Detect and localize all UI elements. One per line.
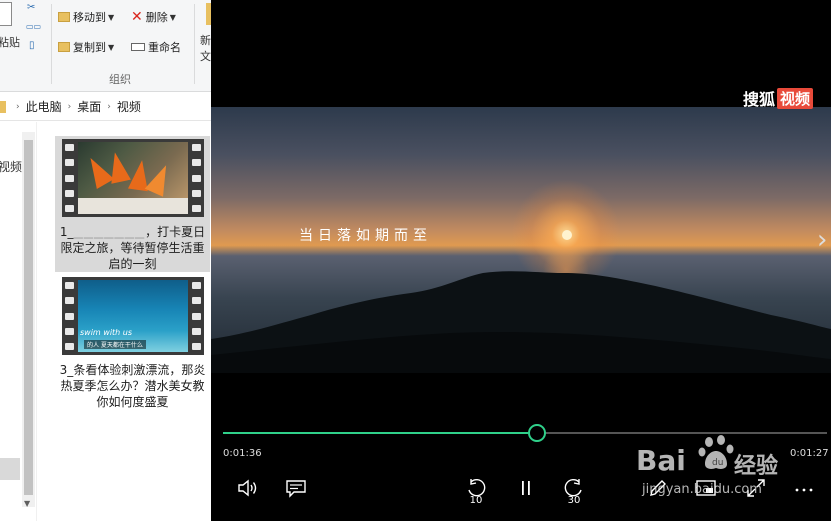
film-strip-left xyxy=(65,282,74,350)
baidu-paw-icon: du xyxy=(698,435,734,469)
new-folder-label: 新 文 xyxy=(200,34,211,63)
file-item[interactable]: swim with us 的人 夏天都在干什么 3_条看体验刺激漂流，那炎热夏季… xyxy=(55,274,210,410)
chevron-down-icon: ▼ xyxy=(108,42,115,52)
film-strip-right xyxy=(192,144,201,212)
navigation-pane: 视频 ▼ xyxy=(0,122,37,521)
rename-icon xyxy=(131,43,145,51)
paste-button[interactable]: 粘贴 xyxy=(0,34,20,50)
logo-text: 搜狐 xyxy=(743,90,776,109)
folder-icon xyxy=(0,100,6,113)
watermark-brand: Bai xyxy=(636,444,686,477)
new-folder-button[interactable]: 新 文 xyxy=(200,33,211,65)
next-video-icon[interactable]: › xyxy=(817,225,827,255)
move-to-button[interactable]: 移动到 ▼ xyxy=(58,7,114,27)
breadcrumb-desktop[interactable]: 桌面 xyxy=(77,98,101,115)
nav-item-videos[interactable]: 视频 xyxy=(0,158,22,175)
ribbon-home-tab: 粘贴 ✂ ▭▭ ▯ 移动到 ▼ 复制到 ▼ ✕ 删除 ▼ 重命名 组织 新 文 xyxy=(0,0,211,92)
file-name: 3_条看体验刺激漂流，那炎热夏季怎么办？潜水美女教你如何度盛夏 xyxy=(59,363,206,409)
copy-path-icon[interactable]: ▭▭ xyxy=(26,22,41,31)
time-elapsed: 0:01:36 xyxy=(223,448,262,459)
skip-back-button[interactable]: 10 xyxy=(463,474,489,506)
move-to-icon xyxy=(58,12,70,22)
delete-button[interactable]: ✕ 删除 ▼ xyxy=(131,7,176,27)
volume-button[interactable] xyxy=(235,474,261,502)
watermark-url: jingyan.baidu.com xyxy=(642,482,762,497)
blurred-text: ▁▁▁▁▁▁▁ xyxy=(73,225,146,239)
film-strip-right xyxy=(192,282,201,350)
paste-shortcut-icon[interactable]: ▯ xyxy=(29,40,35,51)
skip-back-seconds: 10 xyxy=(469,495,483,506)
video-subtitle: 当日落如期而至 xyxy=(299,228,432,244)
seek-bar-handle[interactable] xyxy=(528,424,547,442)
clipboard-icon[interactable] xyxy=(0,2,12,26)
film-strip-left xyxy=(65,144,74,212)
nav-selected-item[interactable] xyxy=(0,458,20,480)
pause-icon xyxy=(522,481,530,495)
chevron-down-icon: ▼ xyxy=(169,12,176,22)
copy-to-button[interactable]: 复制到 ▼ xyxy=(58,37,114,57)
file-item[interactable]: 1_▁▁▁▁▁▁▁，打卡夏日限定之旅，等待暂停生活重启的一刻 xyxy=(55,136,210,272)
nav-scrollbar-thumb[interactable] xyxy=(24,140,33,495)
copy-to-icon xyxy=(58,42,70,52)
address-bar[interactable]: › 此电脑 › 桌面 › 视频 xyxy=(0,93,211,121)
chevron-right-icon[interactable]: › xyxy=(68,102,72,112)
delete-icon: ✕ xyxy=(131,9,143,25)
sohu-video-logo: 搜狐 视频 xyxy=(743,86,814,110)
chevron-right-icon[interactable]: › xyxy=(16,102,20,112)
ribbon-separator xyxy=(194,4,195,84)
ribbon-separator xyxy=(51,4,52,84)
chevron-right-icon[interactable]: › xyxy=(107,102,111,112)
video-thumbnail xyxy=(62,139,204,217)
file-name: 1_▁▁▁▁▁▁▁，打卡夏日限定之旅，等待暂停生活重启的一刻 xyxy=(59,225,206,271)
thumbnail-caption: swim with us xyxy=(80,328,133,337)
thumbnail-frame: swim with us 的人 夏天都在干什么 xyxy=(78,280,188,352)
breadcrumb-this-pc[interactable]: 此电脑 xyxy=(26,98,62,115)
seek-bar-progress xyxy=(223,432,538,434)
thumbnail-tag: 的人 夏天都在干什么 xyxy=(84,340,146,349)
subtitles-button[interactable] xyxy=(283,474,309,502)
delete-label: 删除 xyxy=(145,11,168,24)
ribbon-group-label: 组织 xyxy=(109,73,131,86)
pause-button[interactable] xyxy=(513,474,539,502)
skip-forward-seconds: 30 xyxy=(567,495,581,506)
cut-icon[interactable]: ✂ xyxy=(27,2,35,13)
svg-text:du: du xyxy=(712,458,723,468)
scroll-down-icon[interactable]: ▼ xyxy=(24,499,30,508)
thumbnail-frame xyxy=(78,142,188,214)
video-frame[interactable]: 当日落如期而至 › xyxy=(211,107,831,373)
logo-badge: 视频 xyxy=(777,87,814,109)
chevron-down-icon: ▼ xyxy=(108,12,115,22)
rename-button[interactable]: 重命名 xyxy=(131,37,181,57)
screen: 粘贴 ✂ ▭▭ ▯ 移动到 ▼ 复制到 ▼ ✕ 删除 ▼ 重命名 组织 新 文 … xyxy=(0,0,831,521)
move-to-label: 移动到 xyxy=(73,11,106,24)
subtitles-icon xyxy=(286,480,306,498)
video-thumbnail: swim with us 的人 夏天都在干什么 xyxy=(62,277,204,355)
skip-forward-button[interactable]: 30 xyxy=(561,474,587,506)
watermark-suffix: 经验 xyxy=(734,454,779,479)
file-explorer-window: 粘贴 ✂ ▭▭ ▯ 移动到 ▼ 复制到 ▼ ✕ 删除 ▼ 重命名 组织 新 文 … xyxy=(0,0,211,521)
volume-icon xyxy=(238,479,257,497)
breadcrumb-videos[interactable]: 视频 xyxy=(117,98,141,115)
copy-to-label: 复制到 xyxy=(73,41,106,54)
baidu-jingyan-watermark: Bai du 经验 jingyan.baidu.com xyxy=(636,432,831,521)
rename-label: 重命名 xyxy=(148,41,181,54)
